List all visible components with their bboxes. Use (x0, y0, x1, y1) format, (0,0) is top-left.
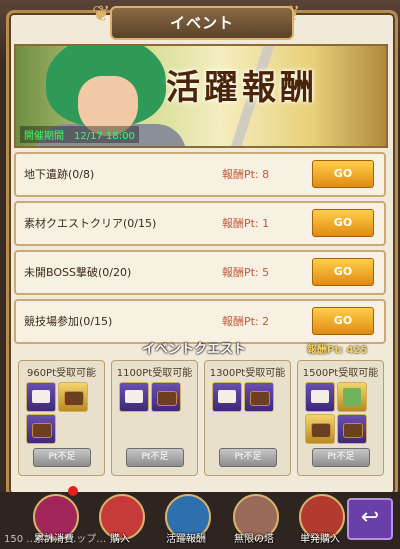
reward-threshold: 960Pt受取可能 (26, 368, 97, 379)
mission-name: 素材クエストクリア(0/15) (24, 217, 157, 230)
reward-card: 1100Pt受取可能 Pt不足 (111, 360, 198, 476)
mission-points: 報酬Pt: 1 (222, 217, 270, 230)
envelope-icon[interactable] (212, 382, 242, 412)
mission-row: 地下遺跡(0/8) 報酬Pt: 8 GO (14, 152, 386, 197)
envelope-icon[interactable] (305, 382, 335, 412)
claim-button[interactable]: Pt不足 (312, 448, 370, 467)
go-button[interactable]: GO (312, 160, 374, 188)
envelope-icon[interactable] (119, 382, 149, 412)
mission-row: 素材クエストクリア(0/15) 報酬Pt: 1 GO (14, 201, 386, 246)
notification-dot (68, 486, 78, 496)
claim-button[interactable]: Pt不足 (126, 448, 184, 467)
mission-name: 地下遺跡(0/8) (24, 168, 95, 181)
chest-icon[interactable] (151, 382, 181, 412)
go-button[interactable]: GO (312, 307, 374, 335)
back-arrow-icon[interactable]: ↩ (347, 498, 393, 540)
reward-threshold: 1100Pt受取可能 (116, 368, 193, 379)
page-title: イベント (110, 6, 294, 40)
go-button[interactable]: GO (312, 209, 374, 237)
reward-card: 960Pt受取可能 Pt不足 (18, 360, 105, 476)
reward-card: 1300Pt受取可能 Pt不足 (204, 360, 291, 476)
green-item-icon[interactable] (337, 382, 367, 412)
reward-threshold: 1300Pt受取可能 (209, 368, 286, 379)
chest-icon[interactable] (58, 382, 88, 412)
mission-name: 競技場参加(0/15) (24, 315, 113, 328)
reward-tiers: 960Pt受取可能 Pt不足 1100Pt受取可能 Pt不足 1300Pt受取可… (18, 360, 384, 478)
quest-header: イベントクエスト 報酬Pt: 425 (14, 338, 386, 357)
total-points: 報酬Pt: 425 (307, 345, 368, 356)
quest-title: イベントクエスト (142, 342, 247, 357)
mission-list: 地下遺跡(0/8) 報酬Pt: 8 GO 素材クエストクリア(0/15) 報酬P… (14, 152, 386, 348)
event-period: 開催期間 12/17 18:00 (20, 126, 139, 143)
claim-button[interactable]: Pt不足 (219, 448, 277, 467)
reward-card: 1500Pt受取可能 Pt不足 (297, 360, 384, 476)
mission-row: 未開BOSS撃破(0/20) 報酬Pt: 5 GO (14, 250, 386, 295)
chest-icon[interactable] (305, 414, 335, 444)
mission-points: 報酬Pt: 5 (222, 266, 270, 279)
chest-icon[interactable] (337, 414, 367, 444)
reward-threshold: 1500Pt受取可能 (302, 368, 379, 379)
news-ticker: 150 …ヘルト…ップ… (4, 534, 107, 545)
go-button[interactable]: GO (312, 258, 374, 286)
banner-title: 活躍報酬 (166, 68, 318, 108)
claim-button[interactable]: Pt不足 (33, 448, 91, 467)
mission-name: 未開BOSS撃破(0/20) (24, 266, 132, 279)
envelope-icon[interactable] (26, 382, 56, 412)
mission-points: 報酬Pt: 8 (222, 168, 270, 181)
event-banner: 活躍報酬 開催期間 12/17 18:00 (14, 44, 388, 148)
mission-points: 報酬Pt: 2 (222, 315, 270, 328)
chest-icon[interactable] (26, 414, 56, 444)
chest-icon[interactable] (244, 382, 274, 412)
